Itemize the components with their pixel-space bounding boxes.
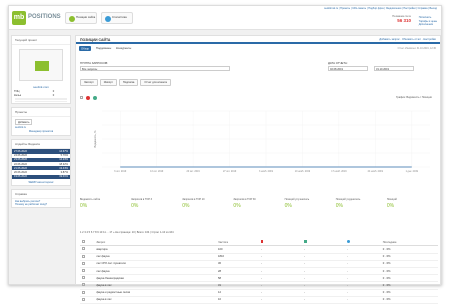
col-last[interactable]: Последние — [380, 239, 438, 247]
select-all-checkbox[interactable] — [82, 240, 85, 244]
col-frequency[interactable]: Частота — [216, 239, 259, 247]
box-title: Текущий проект — [12, 36, 70, 45]
stat-visibility: Видимость сайта 0% — [80, 198, 100, 209]
stat-improved: Позиций улучшилось 0% — [284, 198, 310, 209]
client-report-button[interactable]: Отчет для клиента — [140, 79, 171, 86]
pagination[interactable]: 1 2 3 4 5 6 7 8 9 10 11 ... 17 » На стра… — [80, 231, 174, 234]
logo[interactable]: mb POSITIONS — [12, 11, 61, 25]
top-links[interactable]: seokitmsk.ru | Проекты | URL-пакеты | По… — [324, 7, 437, 10]
engine-checkbox[interactable] — [80, 96, 83, 99]
y-axis-label: Видимость, % — [94, 130, 97, 148]
toolbar: Экспорт Импорт Подписка Отчет для клиент… — [80, 79, 171, 86]
stat-positions: Позиций 0% — [386, 198, 397, 209]
group-select[interactable]: Все запросы — [80, 66, 230, 71]
project-metrics: ТИЦ 0 Кальк 0 — [14, 89, 55, 97]
serp-link[interactable]: SERP-мониторинг — [12, 179, 70, 185]
x-tick-label: 13 окт. 2019 — [150, 170, 164, 173]
x-tick-label: 24 нояб. 2019 — [368, 170, 384, 173]
yandex-updates-box: Апдейты Яндекса 27.06.2022 14.67% 24.06.2… — [11, 139, 71, 186]
logo-mark: mb — [12, 11, 26, 25]
x-tick-label: 27 окт. 2019 — [223, 170, 237, 173]
table-row[interactable]: фауна и редкостные лесов 12- - -0 · 0% — [80, 289, 438, 297]
x-tick-label: 1 дек. 2019 — [406, 170, 419, 173]
report-updated: Отчет обновлен: 31.10.2019, 12:30 — [397, 47, 436, 50]
current-project-box: Текущий проект seolink.com ТИЦ 0 Кальк 0 — [11, 35, 71, 105]
nav-stats-button[interactable]: Статистика — [101, 12, 133, 24]
tab-competitors[interactable]: Конкуренты — [116, 46, 131, 50]
queries-table: Запрос Частота Последние квартира 100- - -0… — [80, 239, 438, 304]
globe-icon — [346, 240, 350, 244]
table-row[interactable]: фауна в лес 31- - -0 · 0% — [80, 281, 438, 290]
export-button[interactable]: Экспорт — [80, 79, 98, 86]
date-label: ДАТА ОТЧЕТА: — [328, 61, 348, 65]
box-title: Апдейты Яндекса — [12, 140, 70, 150]
google-icon — [303, 240, 307, 244]
positions-icon — [69, 16, 75, 22]
project-item[interactable]: seolink.ru — [15, 126, 67, 129]
table-row[interactable]: лес СПб лес глушатели 36- - -0 · 0% — [80, 260, 438, 268]
group-label: ГРУППА ЗАПРОСОВ: — [80, 61, 109, 65]
x-tick-label: 3 нояб. 2019 — [259, 170, 274, 173]
stats-icon — [105, 16, 111, 22]
projects-box: Проекты Добавить seolink.ru Менеджер про… — [11, 107, 71, 137]
chart-mode-select[interactable]: График: Видимость / Позиции — [396, 96, 432, 99]
stat-top10: Запросов в TOP 10 0% — [182, 198, 205, 209]
table-row[interactable]: лес фауна 1810- - -0 · 0% — [80, 253, 438, 261]
table-header: Запрос Частота Последние — [80, 239, 438, 247]
stat-top3: Запросов в TOP 3 0% — [131, 198, 153, 209]
import-button[interactable]: Импорт — [99, 79, 117, 86]
account-links[interactable]: Пополнить Тарифы и цены Дополнения — [419, 16, 437, 27]
x-tick-label: 17 нояб. 2019 — [331, 170, 347, 173]
yandex-icon — [261, 240, 263, 244]
logo-text: POSITIONS — [28, 14, 61, 20]
view-tabs: Обзор Поддомены Конкуренты — [76, 44, 440, 52]
col-query[interactable]: Запрос — [94, 239, 217, 247]
table-row[interactable]: лес фауна 28- - -0 · 0% — [80, 267, 438, 276]
subscribe-button[interactable]: Подписка — [118, 79, 139, 86]
page-title: ПОЗИЦИИ САЙТА Добавить запрос · Обновить… — [76, 36, 440, 44]
add-project-button[interactable]: Добавить — [15, 119, 33, 126]
main-panel: ПОЗИЦИИ САЙТА Добавить запрос · Обновить… — [75, 35, 441, 304]
tab-subdomains[interactable]: Поддомены — [96, 46, 111, 50]
help-link[interactable]: Почему не работает вход? — [15, 203, 67, 206]
help-box: Справка Как выбрать регион? Почему не ра… — [11, 188, 71, 208]
box-title: Проекты — [12, 108, 70, 118]
top-bar: mb POSITIONS Позиции сайта Статистика se… — [9, 6, 441, 30]
visibility-chart: Видимость, % 6 окт. 2019 13 окт. 2019 20 ок… — [94, 110, 430, 173]
table-row[interactable]: фауна в лес 10- - -0 · 0% — [80, 296, 438, 304]
sidebar: Текущий проект seolink.com ТИЦ 0 Кальк 0 П… — [11, 35, 71, 211]
stats-row: Видимость сайта 0% Запросов в TOP 3 0% Зап… — [80, 198, 438, 209]
balance: На вашем счете 56 310 — [392, 15, 411, 23]
yandex-icon[interactable] — [86, 96, 90, 100]
projects-manager-link[interactable]: Менеджер проектов — [15, 130, 67, 133]
table-row[interactable]: фауна Ленинградская 58- - -0 · 0% — [80, 274, 438, 283]
x-tick-label: 10 нояб. 2019 — [295, 170, 311, 173]
x-tick-label: 6 окт. 2019 — [114, 170, 127, 173]
date-to-input[interactable]: 31.10.2019 — [374, 66, 414, 71]
site-thumbnail — [19, 49, 63, 81]
x-tick-label: 20 окт. 2019 — [187, 170, 201, 173]
engine-switch — [80, 96, 97, 100]
app-window: mb POSITIONS Позиции сайта Статистика se… — [8, 5, 442, 304]
nav-positions-button[interactable]: Позиции сайта — [65, 12, 97, 24]
stat-top30: Запросов в TOP 30 0% — [233, 198, 256, 209]
tab-overview[interactable]: Обзор — [79, 45, 92, 51]
google-icon[interactable] — [93, 96, 97, 100]
updates-table: 27.06.2022 14.67% 24.06.2022 5.79% 23.06.2… — [12, 149, 70, 179]
box-title: Справка — [12, 190, 70, 199]
header-actions[interactable]: Добавить запрос · Обновить отчет · Настр… — [379, 38, 436, 41]
table-row[interactable]: квартира 100- - -0 · 0% — [80, 245, 438, 254]
stat-worsened: Позиций ухудшилось 0% — [335, 198, 361, 209]
date-from-input[interactable]: 02.08.2019 — [328, 66, 368, 71]
